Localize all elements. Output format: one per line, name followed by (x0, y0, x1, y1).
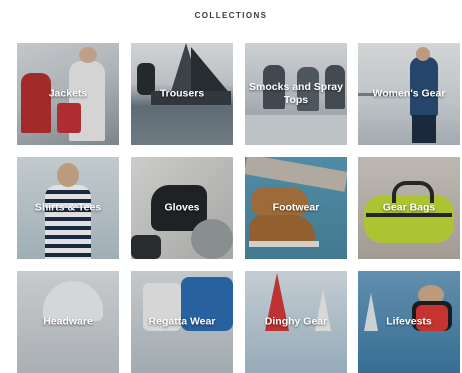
tile-label-regatta-wear: Regatta Wear (148, 315, 216, 328)
tile-label-womens-gear: Women's Gear (372, 87, 446, 100)
collection-tile-dinghy-gear[interactable]: Dinghy Gear (245, 271, 347, 373)
tile-label-gear-bags: Gear Bags (382, 201, 436, 214)
collection-tile-gear-bags[interactable]: Gear Bags (358, 157, 460, 259)
tile-label-lifevests: Lifevests (386, 315, 432, 328)
tile-label-footwear: Footwear (272, 201, 320, 214)
collection-tile-jackets[interactable]: Jackets (17, 43, 119, 145)
collection-tile-womens-gear[interactable]: Women's Gear (358, 43, 460, 145)
collection-tile-shirts-tees[interactable]: Shirts & Tees (17, 157, 119, 259)
collection-tile-footwear[interactable]: Footwear (245, 157, 347, 259)
tile-label-jackets: Jackets (48, 87, 88, 100)
collection-tile-gloves[interactable]: Gloves (131, 157, 233, 259)
collections-heading: COLLECTIONS (194, 11, 268, 20)
tile-label-gloves: Gloves (164, 201, 200, 214)
collection-tile-smocks[interactable]: Smocks and Spray Tops (245, 43, 347, 145)
tile-label-trousers: Trousers (159, 87, 205, 100)
collection-tile-trousers[interactable]: Trousers (131, 43, 233, 145)
collection-tile-regatta-wear[interactable]: Regatta Wear (131, 271, 233, 373)
tile-label-dinghy-gear: Dinghy Gear (264, 315, 328, 328)
collection-tile-headware[interactable]: Headware (17, 271, 119, 373)
tile-label-smocks: Smocks and Spray Tops (249, 81, 343, 106)
tile-label-headware: Headware (43, 315, 93, 328)
tile-label-shirts-tees: Shirts & Tees (34, 201, 102, 214)
collection-tile-lifevests[interactable]: Lifevests (358, 271, 460, 373)
